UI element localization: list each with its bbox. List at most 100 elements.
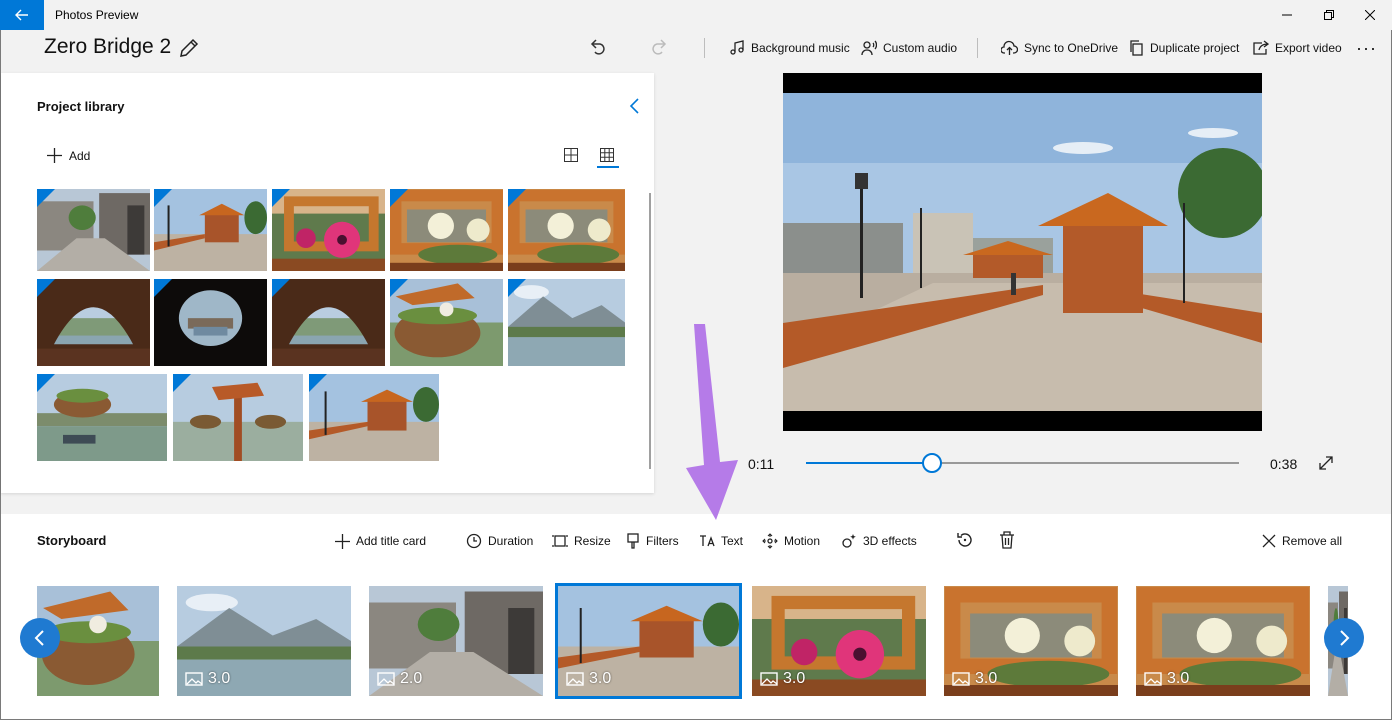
small-grid-view-button[interactable] [600,148,614,162]
video-preview[interactable] [783,73,1262,431]
add-media-button[interactable]: Add [47,148,90,163]
remove-all-button[interactable]: Remove all [1262,531,1342,551]
resize-icon [552,535,568,547]
filters-button[interactable]: Filters [626,531,679,551]
minimize-button[interactable] [1267,0,1307,30]
chevron-left-icon [34,630,44,646]
clip-duration-label: 3.0 [783,670,806,687]
image-icon [952,672,970,686]
selected-corner-icon [390,189,408,207]
project-library-title: Project library [37,99,125,114]
large-grid-view-button[interactable] [564,148,578,162]
selected-corner-icon [37,374,55,392]
storyboard-clip[interactable]: 3.0 [944,586,1118,696]
custom-audio-button[interactable]: Custom audio [861,38,957,58]
restore-icon [1324,10,1334,20]
duplicate-project-button[interactable]: Duplicate project [1129,38,1239,58]
preview-frame-image [783,73,1262,431]
redo-icon [652,39,667,55]
music-note-icon [730,40,744,55]
rotate-button[interactable] [956,531,974,549]
undo-button[interactable] [588,37,608,57]
seek-thumb[interactable] [921,453,942,473]
storyboard-clip[interactable]: 3.0 [555,583,742,699]
library-media-item[interactable] [154,189,267,271]
library-media-item[interactable] [272,189,385,271]
image-icon [185,672,203,686]
chevron-left-icon [629,98,639,114]
motion-label: Motion [784,534,821,548]
delete-clip-button[interactable] [999,531,1015,549]
seek-progress [806,462,932,464]
clip-duration: 3.0 [185,670,230,688]
export-video-button[interactable]: Export video [1253,38,1342,58]
selected-corner-icon [272,279,290,297]
image-icon [377,672,395,686]
scroll-left-button[interactable] [20,618,60,658]
sync-onedrive-label: Sync to OneDrive [1024,41,1119,55]
storyboard-clip[interactable]: 3.0 [752,586,926,696]
project-name: Zero Bridge 2 [44,35,172,58]
text-icon [700,535,715,547]
storyboard-clip[interactable]: 3.0 [1136,586,1310,696]
pencil-icon [180,38,199,57]
export-video-label: Export video [1275,41,1342,55]
maximize-button[interactable] [1309,0,1349,30]
text-button[interactable]: Text [699,531,743,551]
clip-duration-label: 3.0 [1167,670,1190,687]
grid-large-icon [564,148,578,162]
clip-duration-label: 3.0 [208,670,231,687]
back-arrow-icon [15,9,28,21]
rotate-icon [957,533,972,547]
selected-corner-icon [154,189,172,207]
library-media-item[interactable] [309,374,439,461]
selected-corner-icon [37,189,55,207]
duration-button[interactable]: Duration [466,531,533,551]
library-media-item[interactable] [37,189,150,271]
clip-duration: 3.0 [760,670,805,688]
resize-button[interactable]: Resize [552,531,611,551]
project-library-panel: Project library Add [1,73,654,493]
add-title-card-button[interactable]: Add title card [335,531,426,551]
undo-icon [590,39,605,55]
title-bar: Photos Preview [0,0,1392,30]
selected-corner-icon [508,189,526,207]
plus-icon [47,148,62,163]
background-music-button[interactable]: Background music [729,38,850,58]
more-options-button[interactable]: ··· [1356,38,1377,59]
library-media-item[interactable] [508,189,625,271]
storyboard-clip[interactable]: 2.0 [369,586,543,696]
grid-small-icon [600,148,614,162]
library-media-item[interactable] [173,374,303,461]
close-button[interactable] [1350,0,1390,30]
resize-label: Resize [574,534,611,548]
library-media-item[interactable] [37,374,167,461]
library-media-item[interactable] [154,279,267,366]
fullscreen-button[interactable] [1319,456,1333,470]
selected-corner-icon [390,279,408,297]
back-button[interactable] [0,0,44,30]
sync-onedrive-button[interactable]: Sync to OneDrive [1001,38,1118,58]
text-label: Text [721,534,744,548]
scroll-right-button[interactable] [1324,618,1364,658]
storyboard-clip[interactable]: 3.0 [177,586,351,696]
library-media-item[interactable] [390,189,503,271]
selected-corner-icon [37,279,55,297]
clip-duration: 2.0 [377,670,422,688]
redo-button[interactable] [649,37,669,57]
clip-duration-label: 3.0 [975,670,998,687]
header-divider [977,38,978,58]
seek-slider[interactable] [806,453,1239,473]
motion-button[interactable]: Motion [762,531,820,551]
collapse-library-button[interactable] [628,97,642,115]
3d-effects-button[interactable]: 3D effects [841,531,917,551]
library-scrollbar[interactable] [649,193,651,469]
annotation-arrow-icon [686,324,738,520]
library-media-item[interactable] [272,279,385,366]
library-media-item[interactable] [390,279,503,366]
library-media-item[interactable] [37,279,150,366]
cloud-upload-icon [1001,40,1018,55]
edit-name-button[interactable] [178,37,200,59]
library-media-item[interactable] [508,279,625,366]
export-icon [1253,40,1269,55]
